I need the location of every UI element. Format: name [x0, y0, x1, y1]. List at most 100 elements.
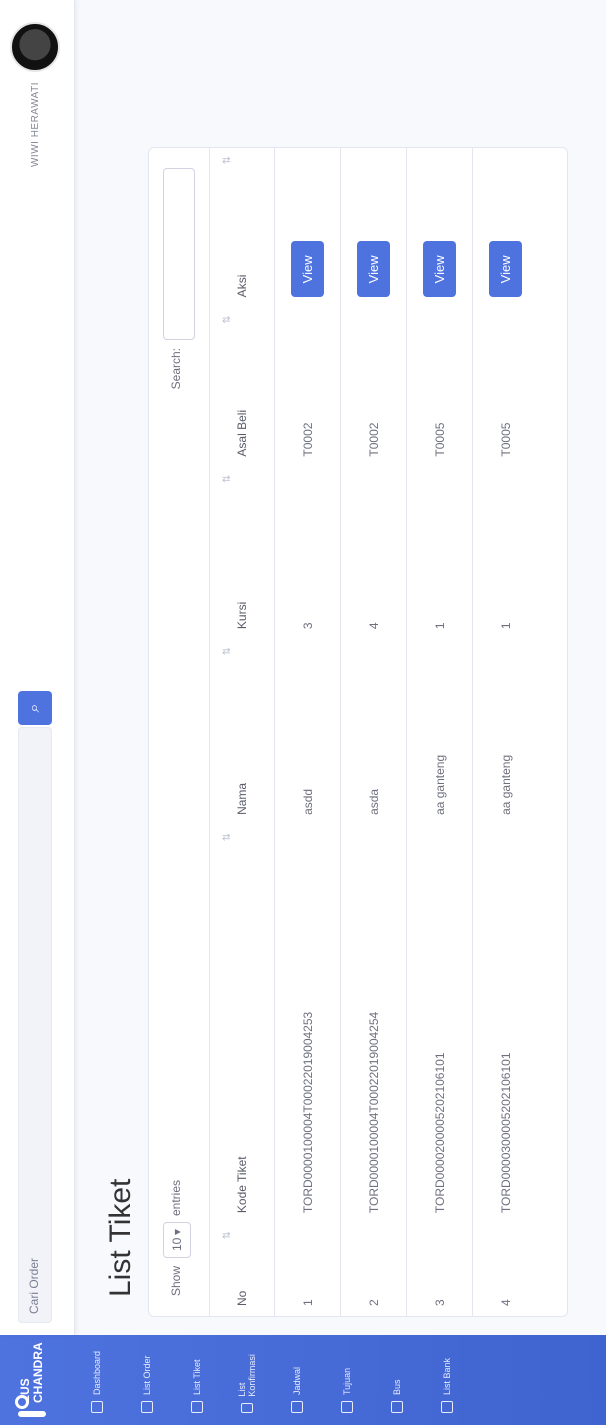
ticket-icon	[191, 1401, 203, 1413]
column-header-kursi[interactable]: Kursi ⇅	[209, 466, 275, 640]
entries-select[interactable]: 10 ▾	[163, 1222, 191, 1258]
cell-kode: TORD0000100004T00022019004253	[274, 824, 341, 1224]
header-label: Aksi	[235, 274, 249, 298]
table-row: 2 TORD0000100004T00022019004254 asda 4 T…	[340, 148, 407, 1316]
dashboard-icon	[91, 1401, 103, 1413]
sidebar-item-list-tiket[interactable]: List Tiket	[172, 1335, 222, 1425]
sidebar-item-jadwal[interactable]: Jadwal	[272, 1335, 322, 1425]
sidebar-item-label: List Konfirmasi	[237, 1354, 257, 1397]
table-search-input[interactable]	[163, 168, 195, 340]
view-button[interactable]: View	[291, 241, 324, 298]
cell-aksi: View	[406, 148, 473, 308]
entries-select-value: 10	[170, 1237, 184, 1251]
search-input[interactable]: Cari Order	[18, 727, 52, 1323]
cell-aksi: View	[274, 148, 341, 308]
sidebar-item-label: List Bank	[442, 1357, 452, 1395]
cell-kode: TORD0000200005202106101	[406, 824, 473, 1224]
cell-no: 2	[340, 1223, 407, 1316]
cell-kode: TORD0000100004T00022019004254	[340, 824, 407, 1224]
table-controls: Show 10 ▾ entries Search:	[149, 148, 209, 1316]
search-button[interactable]: ⌕	[18, 691, 52, 725]
chevron-down-icon: ▾	[170, 1229, 184, 1236]
cell-no: 1	[274, 1223, 341, 1316]
brand-text: EUS CHANDRA	[18, 1342, 45, 1403]
sidebar-item-list-order[interactable]: List Order	[122, 1335, 172, 1425]
user-name: WIWI HERAWATI	[29, 82, 41, 168]
cell-asal: T0005	[406, 307, 473, 467]
header-label: Kode Tiket	[235, 1156, 249, 1214]
stage: EUS CHANDRA Dashboard List Order List Ti…	[0, 0, 606, 1425]
bus-logo-icon	[18, 1411, 46, 1417]
sidebar-item-bus[interactable]: Bus	[372, 1335, 422, 1425]
show-label: Show	[169, 1265, 183, 1296]
page-title: List Tiket	[104, 1178, 137, 1297]
sidebar-item-label: Tujuan	[342, 1367, 352, 1395]
sidebar-item-label: List Tiket	[192, 1359, 202, 1395]
calendar-icon	[291, 1401, 303, 1413]
sidebar-item-list-bank[interactable]: List Bank	[422, 1335, 472, 1425]
cell-kursi: 1	[472, 466, 538, 640]
view-button[interactable]: View	[357, 241, 390, 298]
header-label: Asal Beli	[235, 409, 249, 457]
cell-nama: aa ganteng	[406, 639, 473, 825]
brand[interactable]: EUS CHANDRA	[0, 1335, 64, 1425]
avatar	[10, 22, 60, 72]
view-button[interactable]: View	[489, 241, 522, 298]
table-row: 3 TORD0000200005202106101 aa ganteng 1 T…	[406, 148, 473, 1316]
view-button[interactable]: View	[423, 241, 456, 298]
cell-nama: asda	[340, 639, 407, 825]
tickets-table: No ⇅ Kode Tiket ⇅ Nama ⇅ Kursi ⇅ Asal Beli ⇅ …	[209, 148, 538, 1316]
table-row: 1 TORD0000100004T00022019004253 asdd 3 T…	[274, 148, 341, 1316]
cell-no: 4	[472, 1223, 538, 1316]
cell-kode: TORD0000300005202106101	[472, 824, 538, 1224]
entries-label: entries	[169, 1179, 183, 1216]
cell-kursi: 3	[274, 466, 341, 640]
cell-no: 3	[406, 1223, 473, 1316]
column-header-aksi[interactable]: Aksi ⇅	[209, 148, 275, 308]
column-header-asal[interactable]: Asal Beli ⇅	[209, 307, 275, 467]
sidebar: EUS CHANDRA Dashboard List Order List Ti…	[0, 1335, 606, 1425]
sort-icon: ⇅	[222, 832, 233, 842]
bus-icon	[391, 1401, 403, 1413]
sidebar-item-label: List Order	[142, 1355, 152, 1395]
column-header-nama[interactable]: Nama ⇅	[209, 639, 275, 825]
brand-line2: CHANDRA	[31, 1342, 45, 1403]
search-icon: ⌕	[26, 703, 43, 713]
cell-aksi: View	[340, 148, 407, 308]
header-label: No	[235, 1290, 249, 1306]
table-row: 4 TORD0000300005202106101 aa ganteng 1 T…	[472, 148, 538, 1316]
sort-icon: ⇅	[222, 156, 233, 165]
sort-icon: ⇅	[222, 315, 233, 324]
sidebar-nav: Dashboard List Order List Tiket List Kon…	[64, 1335, 472, 1425]
user-icon	[241, 1402, 253, 1413]
cell-aksi: View	[472, 148, 538, 308]
main-content: List Tiket Show 10 ▾ entries Search: No ⇅	[74, 0, 606, 1335]
column-header-kode[interactable]: Kode Tiket ⇅	[209, 824, 275, 1224]
header-label: Nama	[235, 782, 249, 815]
table-search-label: Search:	[169, 348, 183, 390]
sort-icon: ⇅	[222, 474, 233, 483]
header-label: Kursi	[235, 601, 249, 630]
table-header-row: No ⇅ Kode Tiket ⇅ Nama ⇅ Kursi ⇅ Asal Beli ⇅ …	[209, 148, 275, 1316]
cell-kursi: 1	[406, 466, 473, 640]
sidebar-item-label: Jadwal	[292, 1366, 302, 1395]
table-card: Show 10 ▾ entries Search: No ⇅ Kode Tiket…	[148, 147, 568, 1317]
user-menu[interactable]: WIWI HERAWATI	[10, 22, 60, 167]
cell-nama: aa ganteng	[472, 639, 538, 825]
cell-asal: T0002	[340, 307, 407, 467]
bank-icon	[441, 1401, 453, 1413]
sidebar-item-tujuan[interactable]: Tujuan	[322, 1335, 372, 1425]
location-icon	[341, 1401, 353, 1413]
cell-nama: asdd	[274, 639, 341, 825]
sidebar-item-label: Dashboard	[92, 1350, 102, 1395]
cell-asal: T0005	[472, 307, 538, 467]
sidebar-item-label: Bus	[392, 1379, 402, 1395]
cell-asal: T0002	[274, 307, 341, 467]
cell-kursi: 4	[340, 466, 407, 640]
topbar: Cari Order ⌕ WIWI HERAWATI	[0, 0, 75, 1335]
sidebar-item-list-konfirmasi[interactable]: List Konfirmasi	[222, 1335, 272, 1425]
list-icon	[141, 1401, 153, 1413]
sort-icon: ⇅	[222, 1231, 233, 1240]
column-header-no[interactable]: No ⇅	[209, 1223, 275, 1316]
sidebar-item-dashboard[interactable]: Dashboard	[72, 1335, 122, 1425]
